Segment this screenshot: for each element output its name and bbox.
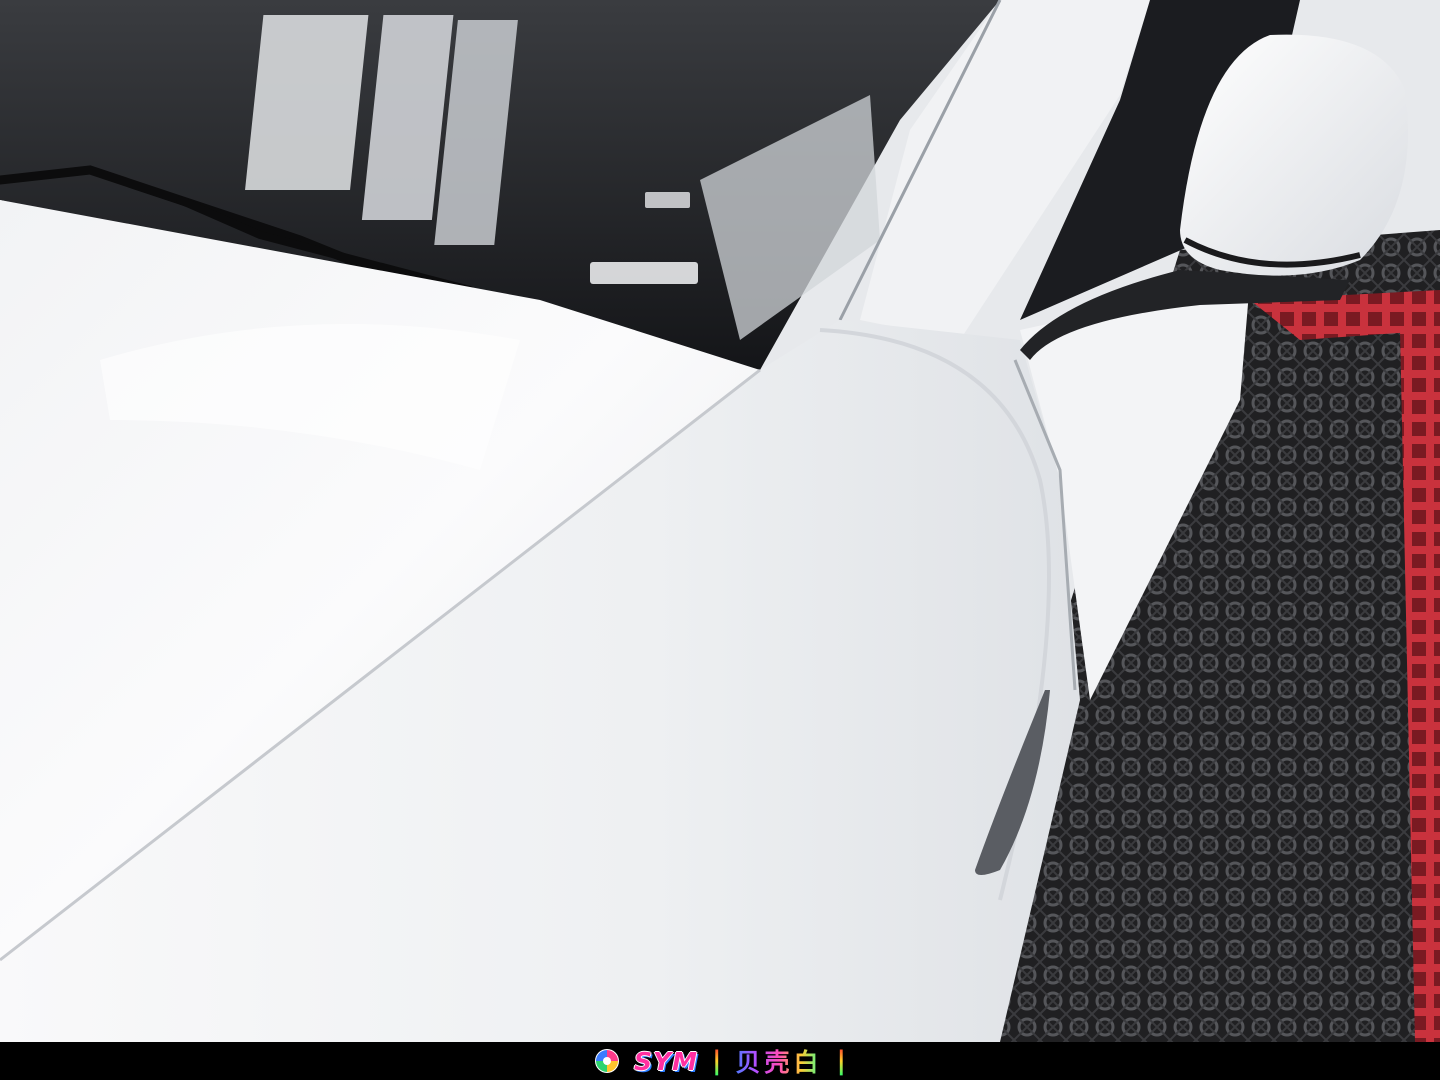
reflection-panel xyxy=(245,15,369,190)
caption-separator-right: | xyxy=(836,1046,847,1076)
caption-bar: SYM | 贝壳白 | xyxy=(0,1042,1440,1080)
vin-sticker xyxy=(645,192,690,208)
brand-logo-text: SYM xyxy=(633,1046,698,1076)
sym-logo-icon xyxy=(594,1049,619,1073)
caption-separator-left: | xyxy=(711,1046,722,1076)
vin-sticker xyxy=(590,262,698,284)
product-name: 贝壳白 xyxy=(735,1043,822,1079)
car-photo xyxy=(0,0,1440,1042)
